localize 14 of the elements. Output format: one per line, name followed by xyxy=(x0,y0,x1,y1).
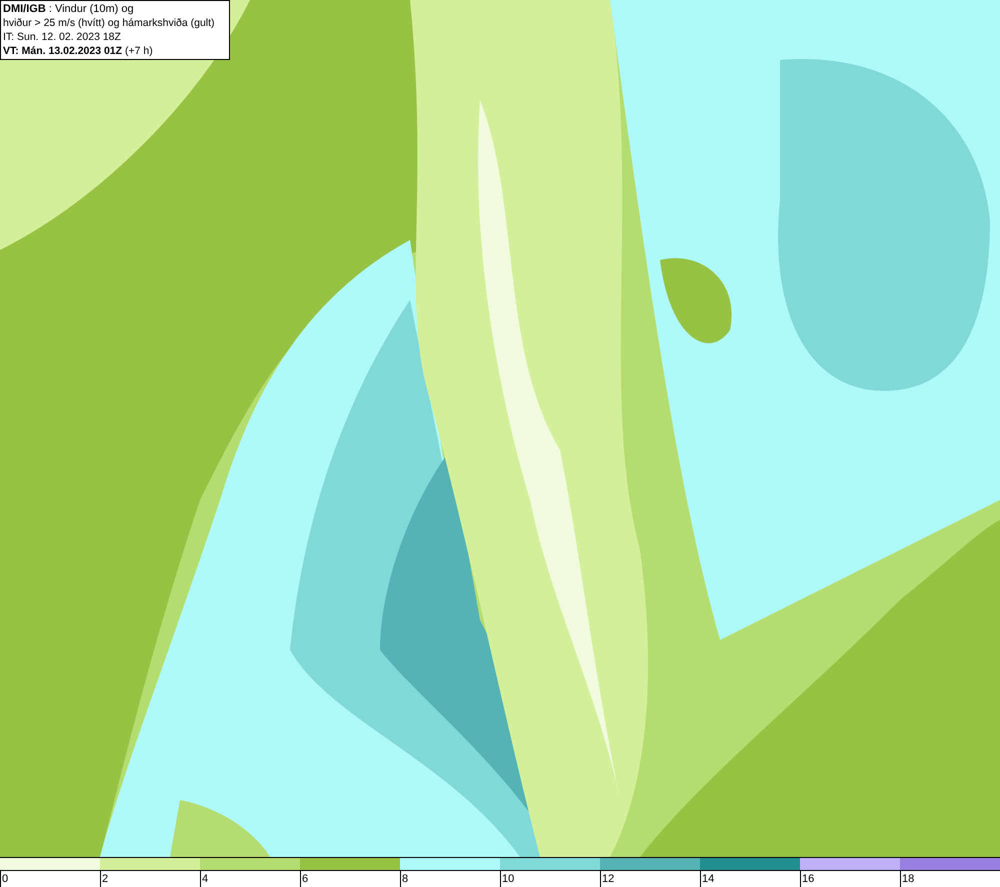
info-text: DMI/IGB : Vindur (10m) og xyxy=(3,2,135,16)
legend-label: 14 xyxy=(702,873,714,885)
legend-label: 6 xyxy=(302,873,308,885)
legend-label: 0 xyxy=(2,873,8,885)
legend-label: 4 xyxy=(202,873,208,885)
info-text: VT: Mán. 13.02.2023 01Z (+7 h) xyxy=(3,44,154,58)
legend-label: 8 xyxy=(402,873,408,885)
legend-label: 2 xyxy=(102,873,108,885)
legend-label: 18 xyxy=(902,873,914,885)
legend-label: 16 xyxy=(802,873,814,885)
info-text: hviður > 25 m/s (hvítt) og hámarkshviða (gult) xyxy=(3,16,216,30)
legend-label: 12 xyxy=(602,873,614,885)
info-text: IT: Sun. 12. 02. 2023 18Z xyxy=(3,30,122,44)
legend-label: 10 xyxy=(502,873,514,885)
